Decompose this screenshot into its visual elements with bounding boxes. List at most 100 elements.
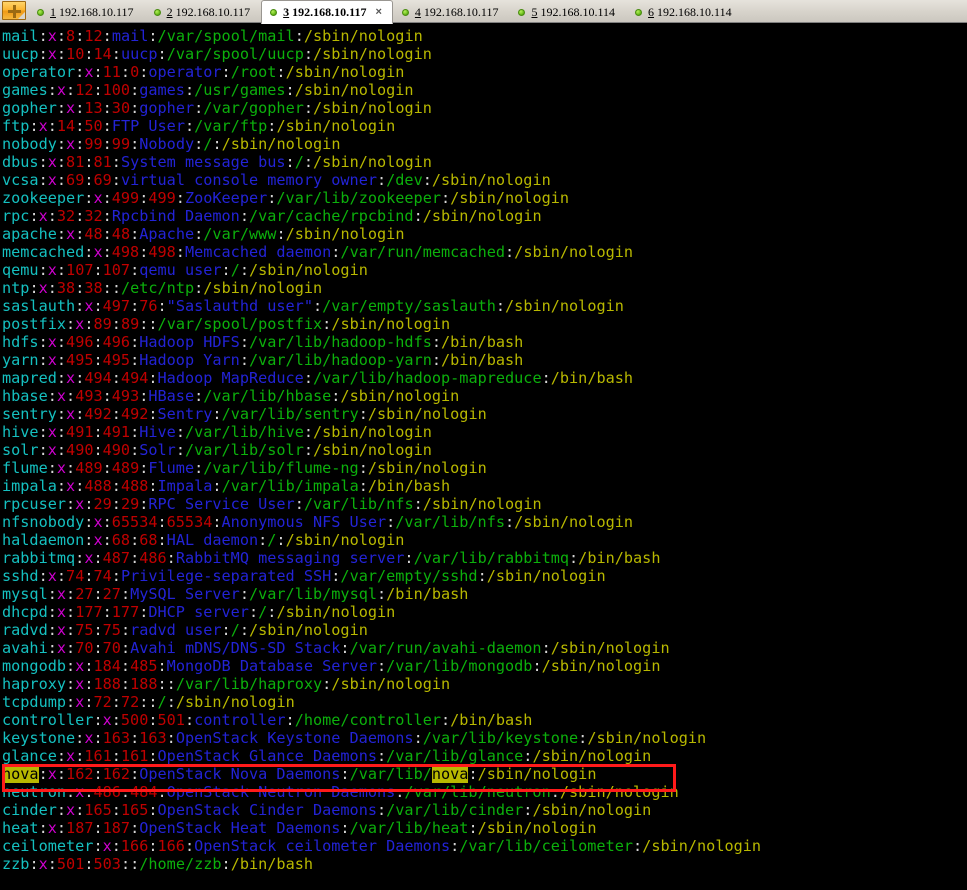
field-separator: : (84, 45, 94, 63)
field-separator: : (431, 351, 442, 369)
field-separator: : (184, 711, 195, 729)
passwd-home-dir: / (230, 621, 240, 639)
passwd-home-dir: /var/empty/sshd (340, 567, 478, 585)
passwd-uid: 69 (66, 171, 85, 189)
tab-2[interactable]: 2 192.168.10.117 (145, 0, 262, 23)
field-separator: : (102, 603, 112, 621)
passwd-shell: /sbin/nologin (367, 459, 487, 477)
passwd-gid: 12 (84, 27, 103, 45)
passwd-shell: /sbin/nologin (486, 567, 606, 585)
passwd-uid: 498 (111, 243, 140, 261)
passwd-home-dir: /var/lib/hadoop-hdfs (248, 333, 432, 351)
field-separator: : (532, 657, 542, 675)
field-separator: : (130, 351, 140, 369)
field-separator: : (93, 585, 103, 603)
field-separator: : (322, 675, 332, 693)
new-tab-button[interactable] (2, 1, 26, 20)
passwd-password-field: x (66, 801, 76, 819)
passwd-gid: 163 (139, 729, 167, 747)
passwd-password-field: x (66, 225, 76, 243)
field-separator: : (38, 261, 48, 279)
passwd-password-field: x (75, 495, 85, 513)
passwd-gid: 501 (157, 711, 185, 729)
terminal-line: ceilometer:x:166:166:OpenStack ceilomete… (2, 837, 761, 855)
passwd-password-field: x (38, 855, 48, 873)
terminal-line: games:x:12:100:games:/usr/games:/sbin/no… (2, 81, 761, 99)
passwd-shell: /sbin/nologin (422, 207, 542, 225)
passwd-gecos: Hive (139, 423, 176, 441)
passwd-gecos: ZooKeeper (184, 189, 268, 207)
tab-4[interactable]: 4 192.168.10.117 (393, 0, 510, 23)
terminal-line: hive:x:491:491:Hive:/var/lib/hive:/sbin/… (2, 423, 761, 441)
field-separator: : (294, 27, 304, 45)
field-separator: : (441, 189, 451, 207)
field-separator: : (495, 297, 506, 315)
passwd-password-field: x (38, 117, 48, 135)
passwd-password-field: x (66, 405, 76, 423)
passwd-shell: /sbin/nologin (331, 675, 451, 693)
tab-1[interactable]: 1 192.168.10.117 (28, 0, 145, 23)
passwd-gecos: RPC Service User (148, 495, 295, 513)
passwd-shell: /sbin/nologin (477, 765, 597, 783)
field-separator: : (184, 837, 195, 855)
passwd-username: mysql (2, 585, 48, 603)
passwd-gid: 187 (102, 819, 131, 837)
passwd-uid: 496 (66, 333, 94, 351)
passwd-gid: 165 (120, 801, 149, 819)
passwd-home-dir: /var/run/memcached (340, 243, 506, 261)
search-match-highlight: nova (2, 765, 39, 783)
passwd-username: glance (2, 747, 57, 765)
passwd-username: tcpdump (2, 693, 67, 711)
passwd-uid: 161 (84, 747, 112, 765)
passwd-home-dir: / (230, 261, 240, 279)
passwd-uid: 494 (84, 369, 112, 387)
passwd-shell: /sbin/nologin (559, 783, 679, 801)
passwd-shell: /sbin/nologin (514, 243, 634, 261)
tab-label: 192.168.10.114 (540, 4, 616, 19)
passwd-gecos: Impala (157, 477, 213, 495)
field-separator: : (505, 513, 515, 531)
terminal-pane[interactable]: mail:x:8:12:mail:/var/spool/mail:/sbin/n… (0, 23, 967, 890)
passwd-gid: 493 (111, 387, 140, 405)
field-separator: : (111, 837, 121, 855)
passwd-home-dir: /var/lib/mysql (248, 585, 377, 603)
passwd-uid: 492 (84, 405, 112, 423)
passwd-password-field: x (47, 567, 57, 585)
tab-3[interactable]: 3 192.168.10.117 × (261, 0, 393, 24)
close-icon[interactable]: × (375, 6, 381, 18)
field-separator: : (56, 765, 67, 783)
field-separator: : (93, 351, 103, 369)
field-separator: : (56, 153, 67, 171)
passwd-uid: 491 (66, 423, 94, 441)
field-separator: : (75, 135, 85, 153)
field-separator: : (66, 657, 76, 675)
connection-status-led-icon (635, 8, 643, 16)
passwd-shell: /sbin/nologin (532, 801, 652, 819)
passwd-password-field: x (102, 711, 112, 729)
passwd-uid: 32 (56, 207, 76, 225)
tab-6[interactable]: 6 192.168.10.114 (626, 0, 743, 23)
field-separator: : (148, 27, 158, 45)
passwd-shell: /sbin/nologin (303, 27, 423, 45)
tab-5[interactable]: 5 192.168.10.114 (509, 0, 626, 23)
passwd-shell: /sbin/nologin (431, 171, 551, 189)
passwd-gecos: FTP User (111, 117, 185, 135)
passwd-gid: 0 (130, 63, 140, 81)
field-separator: : (130, 261, 140, 279)
field-separator: : (303, 99, 314, 117)
passwd-gecos: Anonymous NFS User (221, 513, 387, 531)
passwd-username: ntp (2, 279, 30, 297)
field-separator: : (248, 603, 259, 621)
passwd-password-field: x (47, 27, 57, 45)
field-separator: : (47, 855, 57, 873)
passwd-password-field: x (47, 441, 57, 459)
field-separator: : (47, 585, 57, 603)
terminal-line: mail:x:8:12:mail:/var/spool/mail:/sbin/n… (2, 27, 761, 45)
passwd-password-field: x (38, 207, 48, 225)
tab-number: 1 (50, 4, 56, 19)
passwd-home-dir: / (294, 153, 304, 171)
field-separator: : (285, 711, 295, 729)
passwd-home-dir: /etc/ntp (120, 279, 195, 297)
tab-label: 192.168.10.117 (423, 4, 499, 19)
passwd-home-dir: /var/run/avahi-daemon (349, 639, 542, 657)
